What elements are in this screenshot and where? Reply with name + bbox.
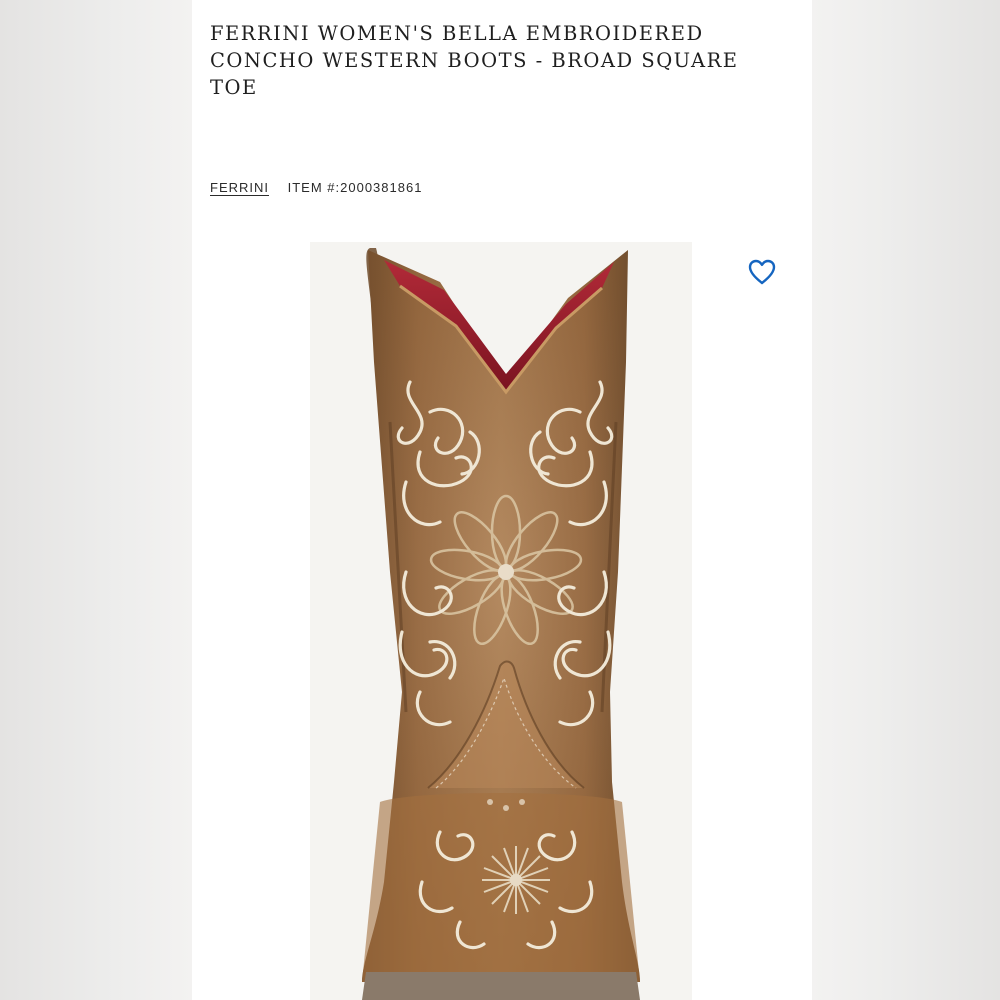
right-margin (812, 0, 1000, 1000)
heart-outline-icon (748, 259, 776, 285)
product-image[interactable] (310, 242, 692, 1000)
left-margin (0, 0, 192, 1000)
item-number: ITEM #:2000381861 (287, 180, 423, 195)
product-panel: FERRINI WOMEN'S BELLA EMBROIDERED CONCHO… (192, 0, 812, 1000)
boot-illustration (362, 248, 640, 1000)
product-meta: FERRINI ITEM #:2000381861 (210, 180, 422, 195)
favorite-button[interactable] (746, 256, 778, 288)
embroidery-toe-daisy (482, 846, 550, 914)
brand-link[interactable]: FERRINI (210, 180, 269, 195)
boot-toe (362, 793, 640, 982)
product-title: FERRINI WOMEN'S BELLA EMBROIDERED CONCHO… (210, 22, 739, 99)
